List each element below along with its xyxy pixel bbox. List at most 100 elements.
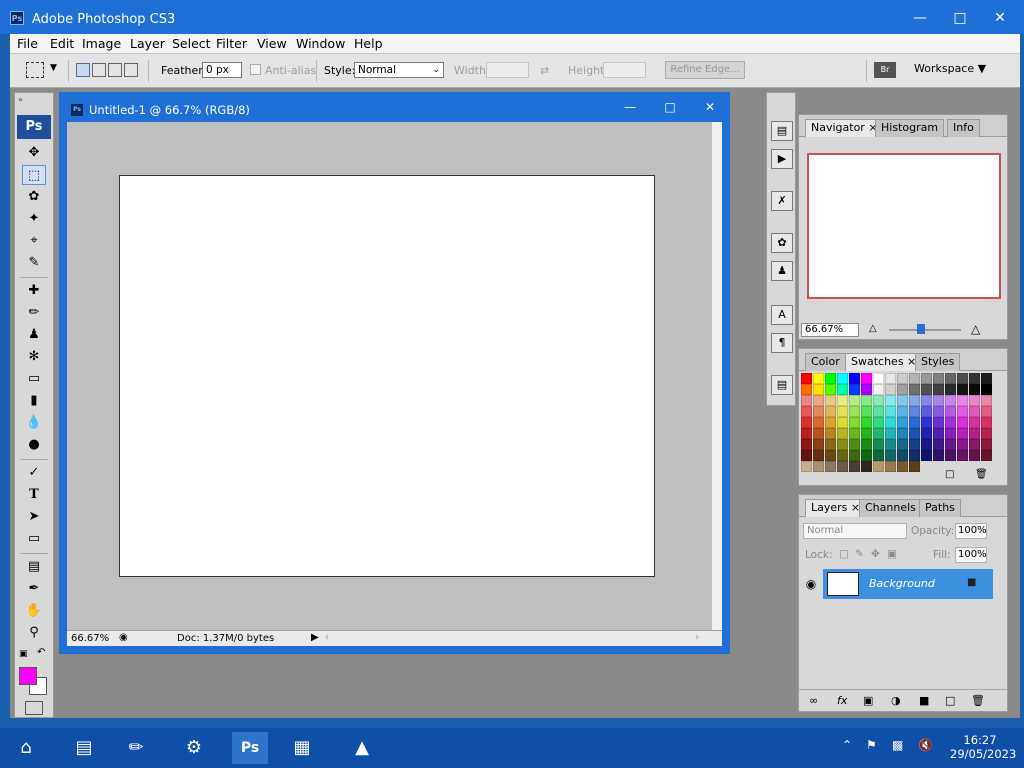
- network-icon[interactable]: ▩: [892, 738, 903, 752]
- swatch[interactable]: [885, 406, 896, 417]
- swatch[interactable]: [957, 417, 968, 428]
- actions-panel-icon[interactable]: ▶: [771, 149, 793, 169]
- swatch[interactable]: [969, 395, 980, 406]
- scroll-right-icon[interactable]: ›: [695, 632, 699, 643]
- minimize-button[interactable]: —: [906, 6, 934, 30]
- swatch[interactable]: [861, 450, 872, 461]
- swatch[interactable]: [861, 406, 872, 417]
- tab-color[interactable]: Color: [805, 353, 846, 371]
- swatch[interactable]: [813, 428, 824, 439]
- swatch[interactable]: [957, 450, 968, 461]
- crop-tool-icon[interactable]: ⌖: [22, 231, 46, 251]
- quick-mask-icon[interactable]: [25, 701, 43, 715]
- tab-layers[interactable]: Layers ×: [805, 499, 867, 517]
- swatch[interactable]: [825, 428, 836, 439]
- swatch[interactable]: [849, 428, 860, 439]
- rectangular-marquee-preset-icon[interactable]: [26, 62, 44, 78]
- swatch[interactable]: [969, 428, 980, 439]
- swatch[interactable]: [873, 417, 884, 428]
- swatch[interactable]: [885, 395, 896, 406]
- swatch[interactable]: [801, 439, 812, 450]
- slider-handle[interactable]: [917, 324, 925, 334]
- swatch[interactable]: [897, 439, 908, 450]
- swatch[interactable]: [885, 384, 896, 395]
- swatch[interactable]: [981, 450, 992, 461]
- swatch[interactable]: [873, 373, 884, 384]
- eyedropper-tool-icon[interactable]: ✒: [22, 579, 46, 599]
- fx-icon[interactable]: fx: [837, 694, 847, 707]
- swatch[interactable]: [897, 373, 908, 384]
- gradient-tool-icon[interactable]: ▮: [22, 391, 46, 411]
- swatch[interactable]: [861, 428, 872, 439]
- foreground-color-swatch[interactable]: [19, 667, 37, 685]
- swatch[interactable]: [813, 406, 824, 417]
- toolbox-collapse-icon[interactable]: »: [18, 95, 23, 104]
- swatch[interactable]: [981, 428, 992, 439]
- swatch[interactable]: [849, 373, 860, 384]
- swatch[interactable]: [921, 384, 932, 395]
- swatch[interactable]: [957, 373, 968, 384]
- swatch[interactable]: [837, 384, 848, 395]
- swatch[interactable]: [897, 428, 908, 439]
- menu-select[interactable]: Select: [172, 36, 211, 51]
- swatch[interactable]: [813, 395, 824, 406]
- zoom-out-icon[interactable]: △: [869, 323, 877, 334]
- swatch[interactable]: [933, 439, 944, 450]
- swatch[interactable]: [981, 373, 992, 384]
- menu-file[interactable]: File: [17, 36, 38, 51]
- swatch[interactable]: [801, 395, 812, 406]
- swatch[interactable]: [861, 395, 872, 406]
- tab-paths[interactable]: Paths: [919, 499, 961, 517]
- swatch[interactable]: [945, 406, 956, 417]
- menu-window[interactable]: Window: [296, 36, 345, 51]
- eye-icon[interactable]: ◉: [799, 569, 823, 599]
- swatch[interactable]: [945, 439, 956, 450]
- close-button[interactable]: ✕: [986, 6, 1014, 30]
- document-maximize-button[interactable]: □: [656, 95, 684, 119]
- swatch[interactable]: [873, 406, 884, 417]
- swatch[interactable]: [957, 384, 968, 395]
- scroll-left-icon[interactable]: ‹: [325, 632, 329, 643]
- swatch[interactable]: [837, 450, 848, 461]
- swatch[interactable]: [921, 450, 932, 461]
- swatch[interactable]: [945, 395, 956, 406]
- swatch[interactable]: [981, 406, 992, 417]
- chevron-up-icon[interactable]: ⌃: [842, 738, 852, 752]
- tab-histogram[interactable]: Histogram: [875, 119, 945, 137]
- swatch[interactable]: [861, 373, 872, 384]
- swatch[interactable]: [921, 395, 932, 406]
- history-brush-tool-icon[interactable]: ✻: [22, 347, 46, 367]
- menu-view[interactable]: View: [257, 36, 287, 51]
- microphone-icon[interactable]: ✏: [118, 732, 154, 764]
- shape-tool-icon[interactable]: ▭: [22, 529, 46, 549]
- feather-input[interactable]: 0 px: [202, 62, 242, 78]
- new-selection-icon[interactable]: [76, 63, 90, 77]
- swatch[interactable]: [837, 439, 848, 450]
- terminal-icon[interactable]: ▦: [284, 732, 320, 764]
- swatch[interactable]: [813, 439, 824, 450]
- swatch[interactable]: [801, 461, 812, 472]
- delete-swatch-icon[interactable]: 🗑: [975, 469, 988, 480]
- swatch[interactable]: [849, 384, 860, 395]
- swatch[interactable]: [909, 384, 920, 395]
- swatch[interactable]: [969, 373, 980, 384]
- system-clock[interactable]: 16:27 29/05/2023: [950, 733, 1016, 761]
- swatch[interactable]: [861, 417, 872, 428]
- layer-comps-icon[interactable]: ▤: [771, 375, 793, 395]
- swatch[interactable]: [825, 384, 836, 395]
- healing-brush-tool-icon[interactable]: ✚: [22, 281, 46, 301]
- image-canvas[interactable]: [119, 175, 655, 577]
- blur-tool-icon[interactable]: 💧: [22, 413, 46, 433]
- swatch[interactable]: [885, 461, 896, 472]
- swatch[interactable]: [909, 406, 920, 417]
- app-triangle-icon[interactable]: ▲: [344, 732, 380, 764]
- swatch[interactable]: [849, 395, 860, 406]
- swatch[interactable]: [813, 461, 824, 472]
- menu-image[interactable]: Image: [82, 36, 121, 51]
- fill-input[interactable]: 100%: [955, 547, 987, 563]
- swatch[interactable]: [921, 428, 932, 439]
- swatch[interactable]: [873, 450, 884, 461]
- vertical-scrollbar[interactable]: [712, 122, 722, 630]
- swatch[interactable]: [813, 450, 824, 461]
- opacity-input[interactable]: 100%: [955, 523, 987, 539]
